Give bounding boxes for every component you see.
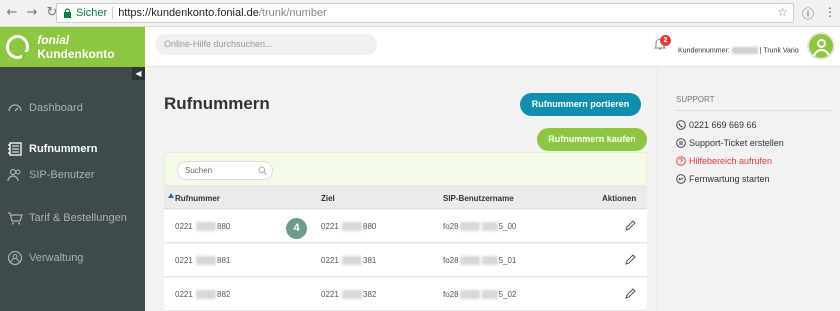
edit-icon[interactable]	[624, 288, 636, 300]
search-icon	[258, 166, 267, 175]
brand-header[interactable]: fonial Kundenkonto	[0, 27, 145, 67]
column-header-sip-benutzername[interactable]: SIP-Benutzername	[443, 194, 514, 203]
phonebook-icon	[6, 141, 24, 157]
table-header: Rufnummer Ziel SIP-Benutzername Aktionen	[164, 186, 647, 209]
table-row[interactable]: 0221 882 0221 382 fo28 5_02	[164, 278, 647, 311]
brand-subtitle: Kundenkonto	[37, 47, 115, 61]
top-bar: Online-Hilfe durchsuchen... 2 Kundennumm…	[145, 27, 840, 67]
cart-icon	[6, 210, 24, 226]
sidebar-item-rufnummern[interactable]: Rufnummern	[0, 138, 145, 160]
users-icon	[6, 167, 24, 183]
page-title: Rufnummern	[164, 94, 270, 113]
url-host: https://kundenkonto.fonial.de	[118, 7, 259, 19]
collapse-sidebar-icon[interactable]: ◀	[132, 67, 145, 80]
table-search-input[interactable]: Suchen	[177, 161, 273, 180]
support-panel: SUPPORT 0221 669 669 66 Support-Ticket e…	[657, 67, 840, 311]
brand-name: fonial	[37, 33, 70, 47]
customer-number: Kundennummer: | Trunk Vario	[678, 47, 799, 55]
buy-numbers-button[interactable]: Rufnummern kaufen	[537, 128, 647, 151]
browser-toolbar: ← → ↻ Sicher https://kundenkonto.fonial.…	[0, 0, 840, 27]
user-circle-icon	[6, 250, 24, 266]
table-row[interactable]: 0221 880 4 0221 880 fo28 5_00	[164, 210, 647, 243]
bookmark-star-icon[interactable]: ☆	[777, 5, 788, 19]
phone-icon	[676, 120, 686, 130]
menu-icon[interactable]: ⋮	[824, 5, 836, 22]
ticket-icon	[676, 138, 686, 148]
lock-icon	[64, 8, 71, 18]
help-search-input[interactable]: Online-Hilfe durchsuchen...	[155, 34, 377, 55]
sidebar-item-tarif[interactable]: Tarif & Bestellungen	[0, 207, 145, 229]
support-title: SUPPORT	[676, 95, 715, 104]
table-row[interactable]: 0221 881 0221 381 fo28 5_01	[164, 244, 647, 277]
url-path: /trunk/number	[258, 7, 327, 19]
help-icon	[676, 156, 686, 166]
column-header-ziel[interactable]: Ziel	[321, 194, 335, 203]
remote-support-link[interactable]: Fernwartung starten	[676, 174, 770, 184]
edit-icon[interactable]	[624, 254, 636, 266]
dashboard-icon	[6, 100, 24, 116]
forward-icon[interactable]: →	[24, 5, 40, 21]
back-icon[interactable]: ←	[4, 5, 20, 21]
help-area-link[interactable]: Hilfebereich aufrufen	[676, 156, 772, 166]
sidebar: ◀ Dashboard Rufnummern SIP-Benutzer Tari…	[0, 67, 145, 311]
step-marker: 4	[286, 218, 307, 239]
remote-icon	[676, 174, 686, 184]
extension-icon[interactable]: ⓘ	[802, 5, 814, 22]
customer-number-redacted	[731, 47, 758, 54]
notification-badge: 2	[660, 35, 671, 46]
column-header-aktionen: Aktionen	[602, 194, 637, 203]
sort-asc-icon[interactable]	[168, 193, 174, 198]
edit-icon[interactable]	[624, 220, 636, 232]
filter-bar: Suchen	[164, 152, 647, 186]
sidebar-item-sip-benutzer[interactable]: SIP-Benutzer	[0, 164, 145, 186]
divider	[676, 110, 831, 111]
user-avatar[interactable]	[807, 32, 835, 60]
fonial-logo-icon	[6, 35, 31, 60]
sidebar-item-verwaltung[interactable]: Verwaltung	[0, 247, 145, 269]
port-numbers-button[interactable]: Rufnummern portieren	[520, 93, 641, 116]
main-content: Rufnummern Rufnummern portieren Rufnumme…	[145, 67, 657, 311]
column-header-rufnummer[interactable]: Rufnummer	[175, 194, 220, 203]
support-phone[interactable]: 0221 669 669 66	[676, 120, 757, 130]
secure-label: Sicher	[76, 7, 108, 19]
support-ticket-link[interactable]: Support-Ticket erstellen	[676, 138, 784, 148]
address-bar[interactable]: Sicher https://kundenkonto.fonial.de/tru…	[56, 3, 794, 23]
sidebar-item-dashboard[interactable]: Dashboard	[0, 97, 145, 119]
